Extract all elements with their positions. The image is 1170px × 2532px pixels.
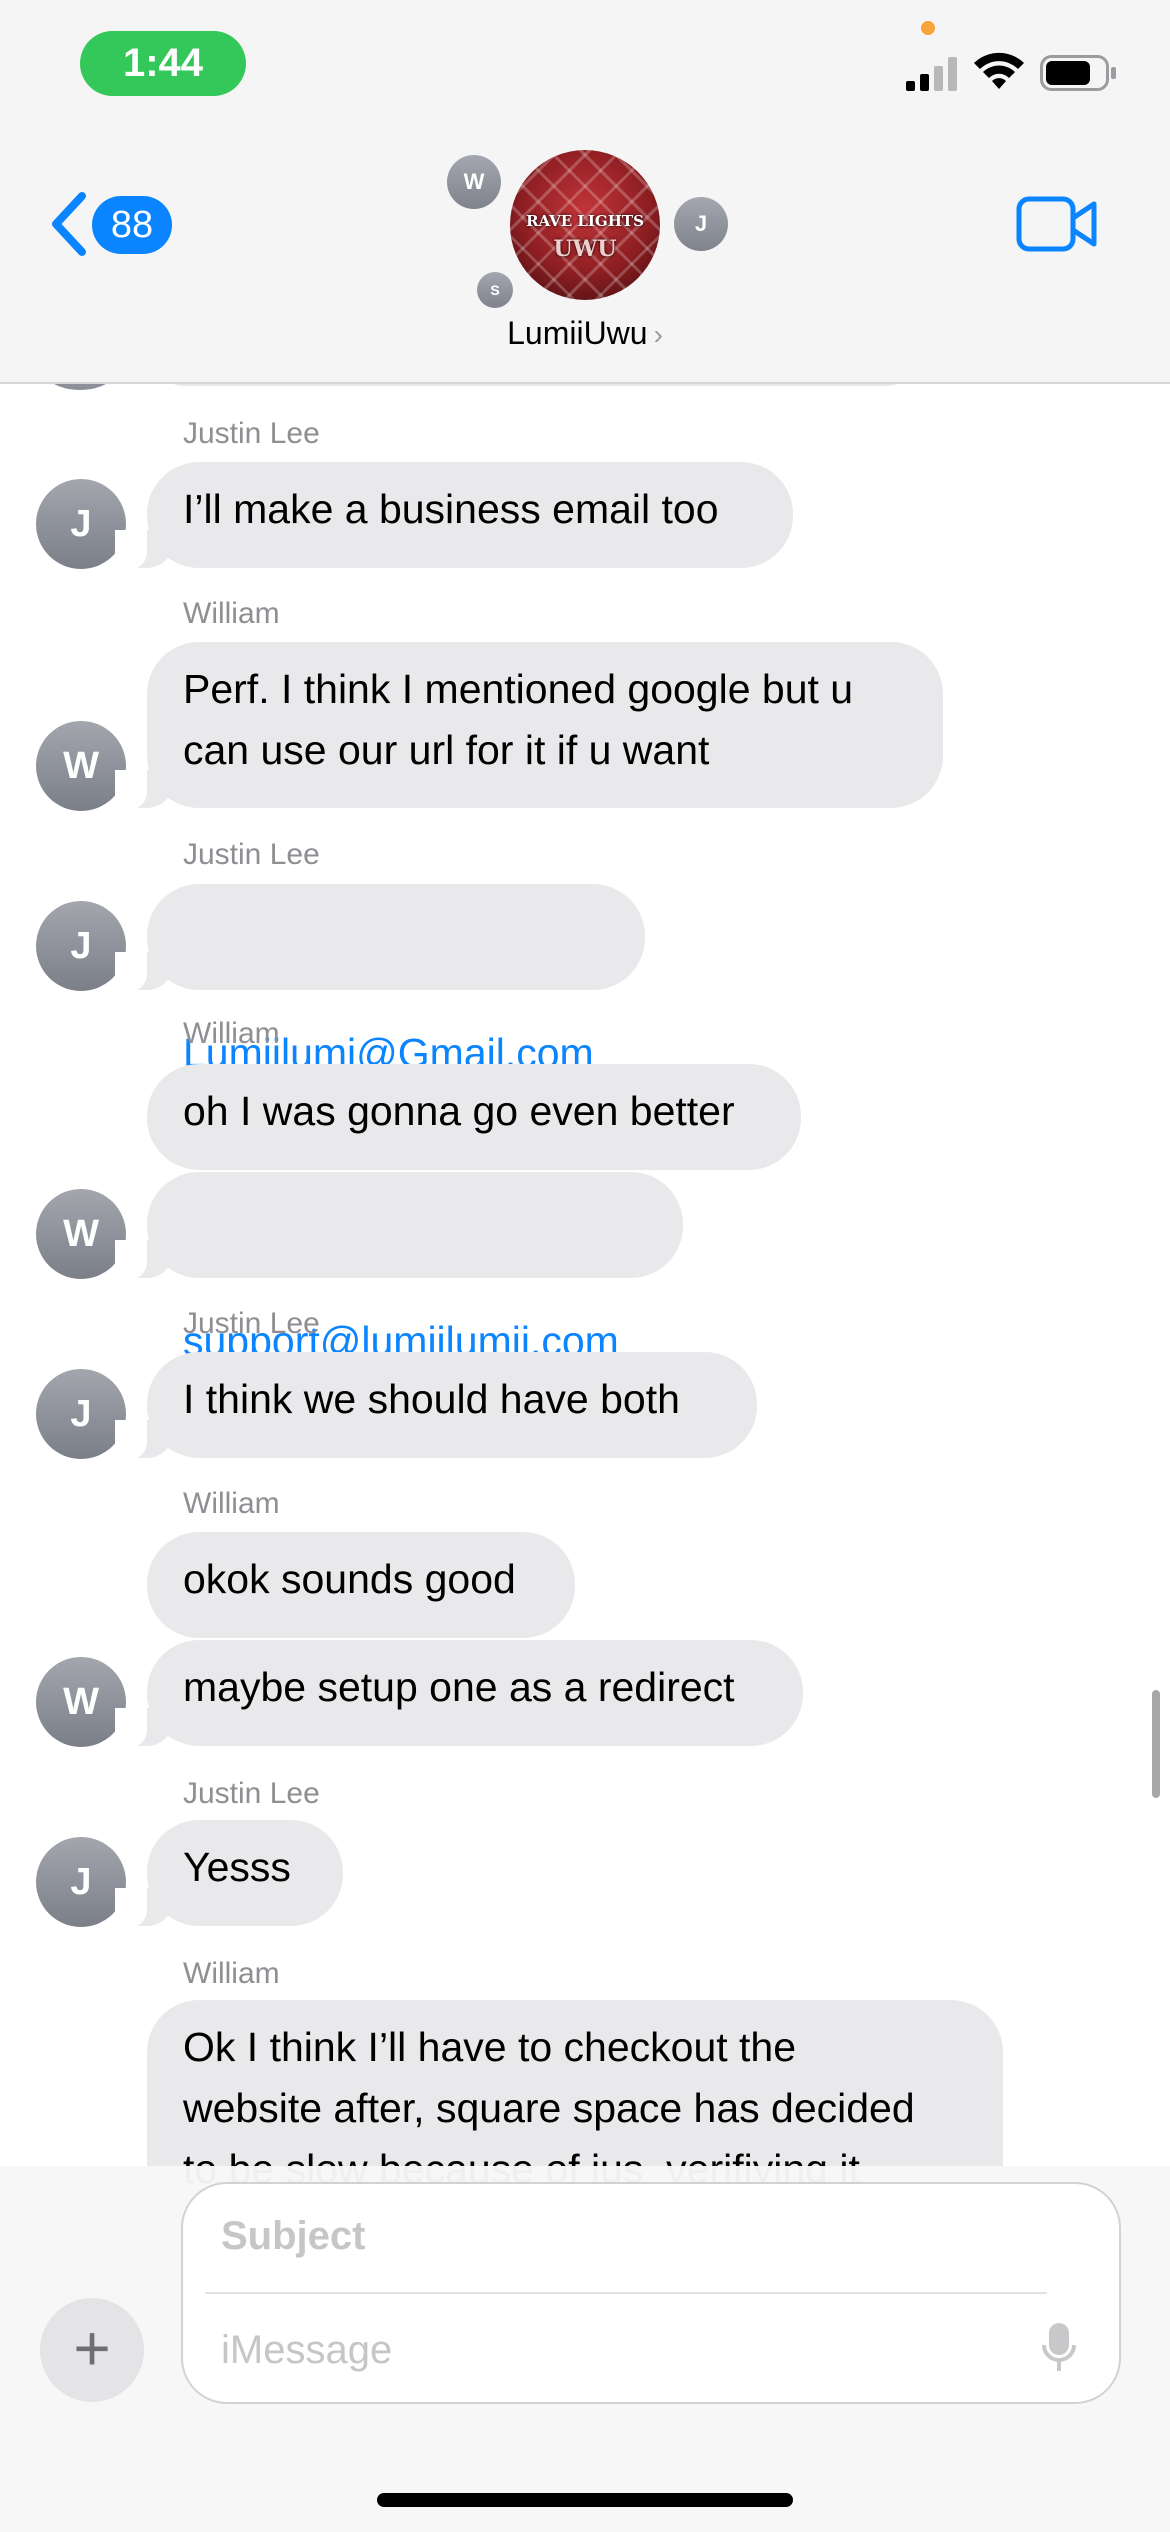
- battery-icon: [1040, 55, 1116, 91]
- avatar: J: [36, 901, 126, 991]
- avatar: J: [36, 479, 126, 569]
- back-button[interactable]: 88: [48, 188, 178, 260]
- input-divider: [205, 2292, 1047, 2294]
- message-bubble[interactable]: Perf. I think I mentioned google but u c…: [115, 642, 943, 810]
- conversation-header: 1:44 88 W J S RAVE LIGHTS UWU LumiiUwu ›: [0, 0, 1170, 384]
- group-name[interactable]: LumiiUwu ›: [0, 315, 1170, 352]
- avatar: W: [36, 721, 126, 811]
- member-avatar-w: W: [447, 155, 501, 209]
- sender-name: Justin Lee: [183, 1307, 320, 1340]
- avatar: W: [36, 1189, 126, 1279]
- message-bubble[interactable]: oh I was gonna go even better: [147, 1064, 801, 1170]
- avatar: W: [36, 1657, 126, 1747]
- sender-name: William: [183, 1017, 280, 1050]
- chevron-right-icon: ›: [653, 319, 663, 350]
- sender-name: Justin Lee: [183, 838, 320, 871]
- sender-name: Justin Lee: [183, 1777, 320, 1810]
- composer-bar: + Subject iMessage: [0, 2166, 1170, 2532]
- cellular-signal-icon: [906, 57, 957, 91]
- member-avatar-s: S: [477, 272, 513, 308]
- scroll-indicator[interactable]: [1152, 1690, 1160, 1798]
- group-avatar[interactable]: RAVE LIGHTS UWU: [510, 150, 660, 300]
- member-avatar-j: J: [674, 197, 728, 251]
- chevron-left-icon: [52, 192, 86, 256]
- message-input[interactable]: iMessage: [221, 2328, 392, 2373]
- privacy-indicator-dot: [921, 21, 935, 35]
- message-bubble: support@lumiilumii.com: [115, 1172, 683, 1364]
- avatar: J: [36, 1369, 126, 1459]
- group-logo-subtext: UWU: [553, 236, 617, 262]
- wifi-icon: [974, 52, 1024, 89]
- sender-name: Justin Lee: [183, 417, 320, 450]
- message-bubble[interactable]: I think we should have both: [115, 1352, 757, 1460]
- sender-name: William: [183, 1957, 280, 1990]
- message-bubble[interactable]: I’ll make a business email too: [115, 462, 793, 570]
- microphone-icon[interactable]: [1041, 2321, 1077, 2375]
- unread-count-badge: 88: [92, 196, 172, 254]
- subject-input[interactable]: Subject: [221, 2214, 365, 2259]
- message-bubble[interactable]: okok sounds good: [147, 1532, 575, 1638]
- sender-name: William: [183, 1487, 280, 1520]
- group-logo-text: RAVE LIGHTS: [526, 212, 644, 230]
- group-name-label: LumiiUwu: [507, 315, 648, 351]
- sender-name: William: [183, 597, 280, 630]
- status-time: 1:44: [80, 31, 246, 96]
- add-attachment-button[interactable]: +: [40, 2298, 144, 2402]
- message-bubble[interactable]: maybe setup one as a redirect: [115, 1640, 803, 1748]
- home-indicator[interactable]: [377, 2493, 793, 2507]
- message-bubble: Lumiilumi@Gmail.com: [115, 884, 645, 1076]
- message-bubble[interactable]: Yesss: [115, 1820, 343, 1928]
- avatar: J: [36, 1837, 126, 1927]
- message-input-box[interactable]: Subject iMessage: [181, 2182, 1121, 2404]
- video-call-icon[interactable]: [1016, 196, 1098, 252]
